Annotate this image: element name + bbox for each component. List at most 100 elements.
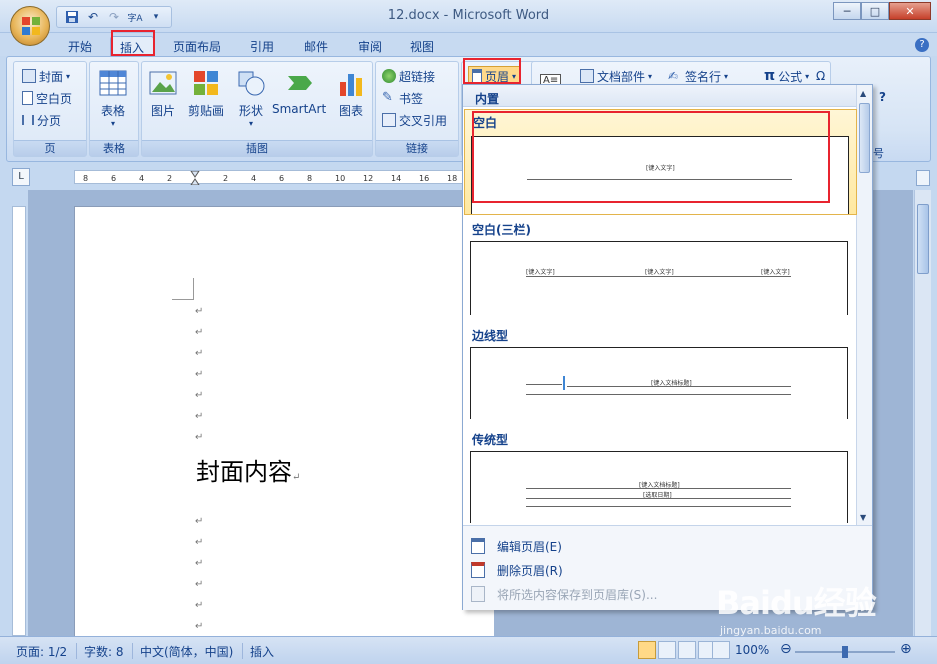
- header-icon: [472, 69, 482, 83]
- delete-header-icon: [471, 562, 485, 578]
- window-title: 12.docx - Microsoft Word: [387, 8, 550, 23]
- draft-view-button[interactable]: [712, 641, 730, 659]
- clip-art-button[interactable]: 剪贴画: [188, 68, 224, 119]
- group-label-pages: 页: [14, 140, 86, 156]
- blank-page-button[interactable]: 空白页: [22, 88, 72, 108]
- zoom-level[interactable]: 100%: [735, 643, 769, 657]
- gallery-item-blank[interactable]: 空白 [键入文字]: [464, 109, 857, 215]
- partial-group-label: 号: [873, 147, 884, 160]
- smartart-button[interactable]: SmartArt: [272, 68, 326, 116]
- cover-page-button[interactable]: 封面 ▾: [22, 66, 70, 86]
- paragraph-mark: ↵: [195, 369, 204, 380]
- tab-selector[interactable]: L: [12, 168, 30, 186]
- doc-parts-icon: [580, 69, 594, 83]
- horizontal-ruler[interactable]: 8 6 4 2 2 4 6 8 10 12 14 16 18: [74, 170, 474, 186]
- cross-reference-button[interactable]: 交叉引用: [382, 110, 447, 130]
- zoom-slider-knob[interactable]: [842, 646, 848, 658]
- gallery-item-blank-three-column[interactable]: 空白(三栏) [键入文字] [键入文字] [键入文字]: [464, 217, 857, 315]
- hyperlink-icon: [382, 69, 396, 83]
- table-button[interactable]: 表格 ▾: [98, 68, 128, 128]
- picture-button[interactable]: 图片: [148, 68, 178, 119]
- symbol-icon: Ω: [816, 69, 826, 83]
- tab-home[interactable]: 开始: [58, 36, 102, 56]
- bookmark-button[interactable]: ✎ 书签: [382, 88, 423, 108]
- edit-header-menu-item[interactable]: 编辑页眉(E): [463, 534, 872, 558]
- language-status[interactable]: 中文(简体，中国): [140, 643, 233, 660]
- gallery-item-sideline[interactable]: 边线型 [键入文档标题]: [464, 323, 857, 419]
- chart-icon: [340, 74, 362, 96]
- paragraph-mark: ↵: [195, 537, 204, 548]
- word-count[interactable]: 字数: 8: [84, 643, 124, 660]
- bookmark-icon: ✎: [382, 90, 393, 105]
- chart-button[interactable]: 图表: [336, 68, 366, 119]
- hyperlink-button[interactable]: 超链接: [382, 66, 435, 86]
- ruler-tick-label: 16: [419, 174, 429, 183]
- doc-parts-button[interactable]: 文档部件 ▾: [580, 66, 652, 86]
- office-logo-icon: [22, 17, 40, 35]
- group-label-illustrations: 插图: [142, 140, 372, 156]
- ruler-tick-label: 4: [139, 174, 144, 183]
- paragraph-mark: ↵: [195, 621, 204, 632]
- tab-page-layout[interactable]: 页面布局: [166, 36, 228, 56]
- office-button[interactable]: [10, 6, 50, 46]
- vertical-scrollbar[interactable]: [914, 190, 931, 636]
- document-page[interactable]: [74, 206, 494, 646]
- title-bar: ↶ ↷ 字A ▾ 12.docx - Microsoft Word ─ □ ✕: [0, 0, 937, 33]
- tab-review[interactable]: 审阅: [348, 36, 392, 56]
- cover-text[interactable]: 封面内容↵: [196, 452, 300, 487]
- insert-mode[interactable]: 插入: [250, 643, 274, 660]
- edit-header-icon: [471, 538, 485, 554]
- symbol-button[interactable]: Ω: [816, 66, 825, 86]
- paragraph-mark: ↵: [195, 579, 204, 590]
- paragraph-mark: ↵: [195, 558, 204, 569]
- thumbnail-blank: [键入文字]: [471, 136, 849, 214]
- tab-references[interactable]: 引用: [240, 36, 284, 56]
- maximize-button[interactable]: □: [861, 2, 889, 20]
- page-count[interactable]: 页面: 1/2: [16, 643, 67, 660]
- ruler-tick-label: 6: [279, 174, 284, 183]
- shapes-dropdown-icon: ▾: [248, 119, 253, 128]
- tab-mailings[interactable]: 邮件: [294, 36, 338, 56]
- thumbnail-traditional: [键入文档标题] [选取日期]: [470, 451, 848, 523]
- group-links: 超链接 ✎ 书签 交叉引用 链接: [375, 61, 459, 157]
- paragraph-mark: ↵: [195, 411, 204, 422]
- signature-line-button[interactable]: ✍ 签名行 ▾: [668, 66, 728, 86]
- paragraph-mark: ↵: [195, 432, 204, 443]
- gallery-scrollbar[interactable]: ▲ ▼: [856, 85, 872, 525]
- ruler-tick-label: 8: [83, 174, 88, 183]
- ruler-tick-label: 18: [447, 174, 457, 183]
- formula-button[interactable]: π 公式 ▾: [764, 66, 809, 86]
- scroll-up-icon[interactable]: ▲: [860, 89, 866, 98]
- zoom-out-icon[interactable]: ⊖: [780, 641, 792, 657]
- cross-reference-icon: [382, 113, 396, 127]
- minimize-button[interactable]: ─: [833, 2, 861, 20]
- scrollbar-thumb[interactable]: [917, 204, 929, 274]
- shapes-button[interactable]: 形状 ▾: [236, 68, 266, 128]
- vertical-ruler[interactable]: [12, 206, 26, 636]
- close-button[interactable]: ✕: [889, 2, 931, 20]
- help-icon[interactable]: ?: [915, 38, 929, 52]
- full-screen-view-button[interactable]: [658, 641, 676, 659]
- group-label-links: 链接: [376, 140, 458, 156]
- zoom-in-icon[interactable]: ⊕: [900, 641, 912, 657]
- baidu-watermark: Baidu经验 jingyan.baidu.com: [716, 584, 877, 637]
- ribbon-tabs: 开始 插入 页面布局 引用 邮件 审阅 视图: [0, 33, 937, 56]
- indent-marker-icon[interactable]: [190, 170, 200, 186]
- print-layout-view-button[interactable]: [638, 641, 656, 659]
- ruler-tick-label: 14: [391, 174, 401, 183]
- gallery-item-traditional[interactable]: 传统型 [键入文档标题] [选取日期]: [464, 427, 857, 523]
- scroll-down-icon[interactable]: ▼: [860, 513, 866, 522]
- tab-insert[interactable]: 插入: [110, 36, 154, 56]
- blank-page-icon: [22, 91, 33, 105]
- header-gallery: 内置 ▲ ▼ 空白 [键入文字] 空白(三栏) [键入文字] [键入文字] [键…: [462, 84, 873, 610]
- tab-view[interactable]: 视图: [400, 36, 444, 56]
- page-break-button[interactable]: 分页: [22, 110, 61, 130]
- status-bar: 页面: 1/2 字数: 8 中文(简体，中国) 插入 100% ⊖ ⊕: [0, 636, 937, 664]
- ruler-tick-label: 12: [363, 174, 373, 183]
- ruler-tick-label: 2: [167, 174, 172, 183]
- gallery-scroll-thumb[interactable]: [859, 103, 870, 173]
- web-layout-view-button[interactable]: [678, 641, 696, 659]
- view-ruler-icon[interactable]: [916, 170, 930, 186]
- para-mark: ↵: [292, 472, 301, 483]
- header-button[interactable]: 页眉 ▾: [468, 66, 521, 86]
